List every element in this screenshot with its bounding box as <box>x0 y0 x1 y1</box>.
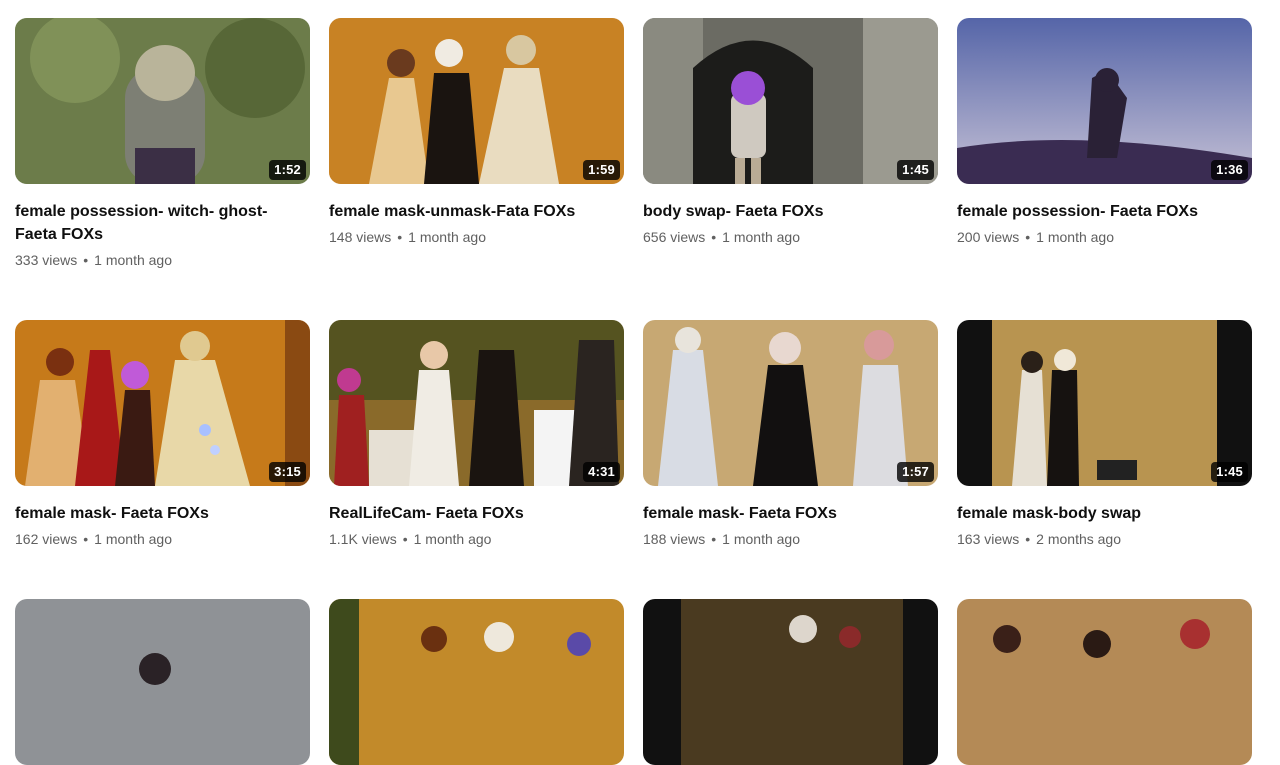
video-meta: 188 views • 1 month ago <box>643 529 938 549</box>
video-title[interactable]: female possession- witch- ghost- Faeta F… <box>15 200 285 246</box>
video-meta: 200 views • 1 month ago <box>957 227 1252 247</box>
duration-badge: 1:45 <box>897 160 934 180</box>
video-thumbnail[interactable] <box>643 599 938 765</box>
video-thumbnail[interactable] <box>957 599 1252 765</box>
view-count: 656 views <box>643 229 706 245</box>
video-card[interactable]: 1:59 female mask-unmask-Fata FOXs 148 vi… <box>329 18 624 247</box>
upload-age: 2 months ago <box>1036 531 1122 547</box>
thumbnail-image <box>329 599 624 765</box>
thumbnail-image <box>15 599 310 765</box>
video-card[interactable]: 3:15 female mask- Faeta FOXs 162 views • 1… <box>15 320 310 549</box>
video-title[interactable]: body swap- Faeta FOXs <box>643 200 913 223</box>
video-card[interactable]: 1:45 female mask-body swap 163 views • 2 m… <box>957 320 1252 549</box>
video-meta: 333 views • 1 month ago <box>15 250 310 270</box>
separator-dot: • <box>402 531 408 547</box>
view-count: 200 views <box>957 229 1020 245</box>
thumbnail-image <box>15 18 310 184</box>
thumbnail-image <box>643 599 938 765</box>
separator-dot: • <box>1025 229 1031 245</box>
video-meta: 148 views • 1 month ago <box>329 227 624 247</box>
thumbnail-image <box>329 18 624 184</box>
video-card[interactable] <box>957 599 1252 765</box>
video-thumbnail[interactable]: 1:57 <box>643 320 938 486</box>
upload-age: 1 month ago <box>722 229 801 245</box>
thumbnail-image <box>957 599 1252 765</box>
duration-badge: 1:36 <box>1211 160 1248 180</box>
video-card[interactable]: 4:31 RealLifeCam- Faeta FOXs 1.1K views •… <box>329 320 624 549</box>
video-thumbnail[interactable]: 1:59 <box>329 18 624 184</box>
duration-badge: 1:57 <box>897 462 934 482</box>
duration-badge: 1:59 <box>583 160 620 180</box>
video-thumbnail[interactable]: 1:36 <box>957 18 1252 184</box>
video-title[interactable]: female possession- Faeta FOXs <box>957 200 1227 223</box>
view-count: 1.1K views <box>329 531 397 547</box>
duration-badge: 1:45 <box>1211 462 1248 482</box>
view-count: 162 views <box>15 531 78 547</box>
video-title[interactable]: female mask- Faeta FOXs <box>643 502 913 525</box>
separator-dot: • <box>711 229 717 245</box>
video-card[interactable]: 1:52 female possession- witch- ghost- Fa… <box>15 18 310 270</box>
video-thumbnail[interactable]: 1:45 <box>643 18 938 184</box>
separator-dot: • <box>83 531 89 547</box>
thumbnail-image <box>957 18 1252 184</box>
view-count: 188 views <box>643 531 706 547</box>
video-thumbnail[interactable] <box>329 599 624 765</box>
video-card[interactable] <box>329 599 624 765</box>
video-card[interactable] <box>643 599 938 765</box>
video-thumbnail[interactable]: 4:31 <box>329 320 624 486</box>
video-card[interactable]: 1:36 female possession- Faeta FOXs 200 v… <box>957 18 1252 247</box>
thumbnail-image <box>329 320 624 486</box>
view-count: 333 views <box>15 252 78 268</box>
upload-age: 1 month ago <box>1036 229 1115 245</box>
video-meta: 162 views • 1 month ago <box>15 529 310 549</box>
video-title[interactable]: female mask-unmask-Fata FOXs <box>329 200 599 223</box>
video-grid: 1:52 female possession- witch- ghost- Fa… <box>0 0 1280 765</box>
view-count: 148 views <box>329 229 392 245</box>
separator-dot: • <box>397 229 403 245</box>
thumbnail-image <box>643 18 938 184</box>
upload-age: 1 month ago <box>722 531 801 547</box>
video-title[interactable]: female mask- Faeta FOXs <box>15 502 285 525</box>
video-meta: 163 views • 2 months ago <box>957 529 1252 549</box>
view-count: 163 views <box>957 531 1020 547</box>
upload-age: 1 month ago <box>94 252 173 268</box>
upload-age: 1 month ago <box>408 229 487 245</box>
thumbnail-image <box>643 320 938 486</box>
video-title[interactable]: RealLifeCam- Faeta FOXs <box>329 502 599 525</box>
video-card[interactable]: 1:57 female mask- Faeta FOXs 188 views • 1… <box>643 320 938 549</box>
duration-badge: 4:31 <box>583 462 620 482</box>
video-thumbnail[interactable]: 3:15 <box>15 320 310 486</box>
video-thumbnail[interactable]: 1:52 <box>15 18 310 184</box>
video-thumbnail[interactable] <box>15 599 310 765</box>
duration-badge: 1:52 <box>269 160 306 180</box>
video-card[interactable] <box>15 599 310 765</box>
thumbnail-image <box>15 320 310 486</box>
video-card[interactable]: 1:45 body swap- Faeta FOXs 656 views • 1 m… <box>643 18 938 247</box>
duration-badge: 3:15 <box>269 462 306 482</box>
upload-age: 1 month ago <box>413 531 492 547</box>
video-meta: 656 views • 1 month ago <box>643 227 938 247</box>
upload-age: 1 month ago <box>94 531 173 547</box>
separator-dot: • <box>711 531 717 547</box>
separator-dot: • <box>1025 531 1031 547</box>
video-title[interactable]: female mask-body swap <box>957 502 1227 525</box>
video-thumbnail[interactable]: 1:45 <box>957 320 1252 486</box>
separator-dot: • <box>83 252 89 268</box>
video-meta: 1.1K views • 1 month ago <box>329 529 624 549</box>
thumbnail-image <box>957 320 1252 486</box>
